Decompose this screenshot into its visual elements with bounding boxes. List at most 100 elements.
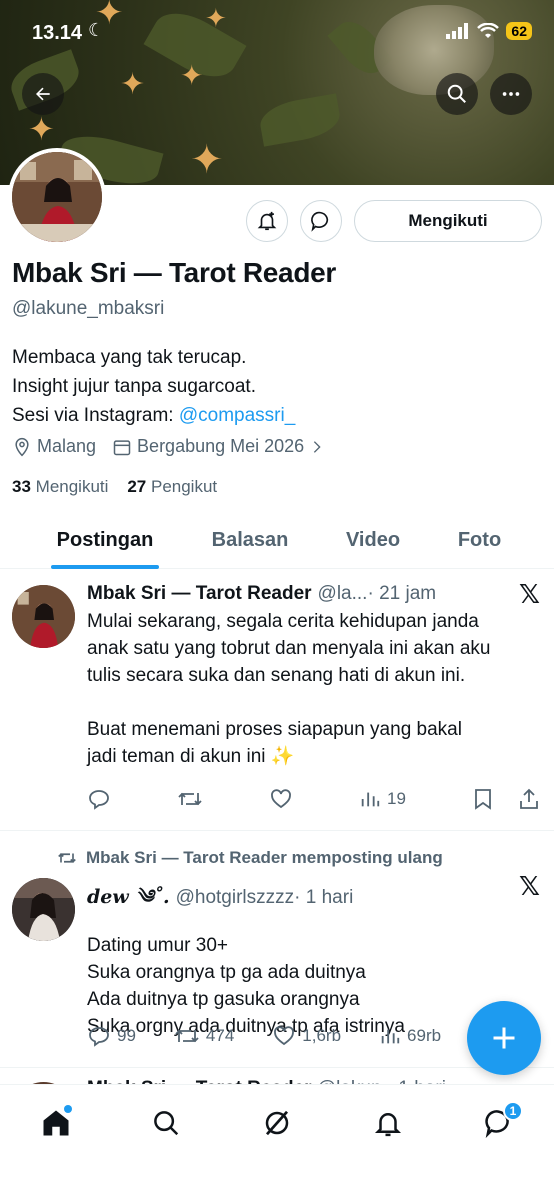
message-button[interactable] [300,200,342,242]
reply-button[interactable] [87,787,111,811]
following-button[interactable]: Mengikuti [354,200,542,242]
tab-video[interactable]: Video [290,512,456,568]
following-count: 33 [12,477,31,496]
tweet-line: Ada duitnya tp gasuka orangnya [87,989,360,1010]
bio-line: Insight jujur tanpa sugarcoat. [12,376,256,397]
tweet-actions: 19 [87,787,540,811]
repost-button[interactable] [177,787,203,811]
profile-bio: Membaca yang tak terucap. Insight jujur … [12,343,295,430]
tab-foto[interactable]: Foto [456,512,503,568]
bio-line: Membaca yang tak terucap. [12,347,247,368]
like-button[interactable] [269,787,293,811]
views-chart-icon [361,792,380,807]
tweet-author-name[interactable]: 𝒅𝒆𝒘 ༄˚. [87,875,170,929]
tab-postingan[interactable]: Postingan [0,512,210,569]
status-time: 13.14 [32,22,83,44]
tweet-line: Buat menemani proses siapapun yang bakal [87,719,462,740]
repost-button[interactable]: 474 [174,1024,234,1048]
bell-plus-icon [257,211,277,231]
reply-button[interactable]: 99 [87,1024,136,1048]
tweet-line: jadi teman di akun ini ✨ [87,746,295,767]
tweet-time: · 21 jam [367,583,437,604]
calendar-icon [113,439,131,455]
signal-icon [446,23,469,39]
views-button[interactable]: 19 [359,788,406,810]
search-icon [154,1111,179,1136]
heart-icon [271,789,291,809]
share-icon[interactable] [518,787,540,811]
following-label: Mengikuti [35,477,109,496]
repost-icon [178,792,202,806]
joined-date[interactable]: Bergabung Mei 2026 [112,436,325,457]
joined-text: Bergabung Mei 2026 [137,436,305,456]
reply-icon [89,1027,109,1047]
bio-line: Sesi via Instagram: [12,405,179,426]
repost-icon [175,1029,199,1043]
nav-search[interactable] [146,1103,186,1143]
views-count: 69rb [407,1026,442,1045]
bottom-navigation: 1 [0,1084,554,1199]
tweet-time: · 1 hari [294,887,354,908]
nav-notifications[interactable] [368,1103,408,1143]
nav-messages[interactable]: 1 [479,1101,523,1143]
arrow-left-icon [36,87,50,101]
heart-icon [274,1026,295,1046]
tweet-author-handle[interactable]: @hotgirlszzzz [176,887,295,909]
followers-count-link[interactable]: 27 Pengikut [127,477,217,496]
instagram-link[interactable]: @compassri_ [179,405,295,426]
tweet-author-name[interactable]: Mbak Sri — Tarot Reader [87,583,312,605]
chevron-right-icon [314,440,321,453]
like-button[interactable]: 1,6rb [272,1024,341,1048]
following-count-link[interactable]: 33 Mengikuti [12,477,108,496]
notification-bell-button[interactable] [246,200,288,242]
unread-dot [64,1105,72,1113]
status-bar: 13.14 ☾ 62 [0,0,554,60]
profile-handle: @lakune_mbaksri [12,298,165,319]
tweet-line [87,689,540,716]
x-logo-icon: 𝕏 [519,872,540,902]
search-button[interactable] [436,73,478,115]
bookmark-icon[interactable] [472,787,494,811]
followers-count: 27 [127,477,147,496]
tweet-line: anak satu yang tobrut dan menyala ini ak… [87,638,491,659]
profile-meta: Malang Bergabung Mei 2026 [12,436,341,457]
moon-icon: ☾ [88,20,105,40]
follow-counts: 33 Mengikuti 27 Pengikut [12,477,217,497]
bell-icon [374,1113,402,1137]
tweet-text: Mulai sekarang, segala cerita kehidupan … [87,608,540,770]
messages-badge: 1 [503,1101,523,1121]
battery-indicator: 62 [506,22,532,40]
x-logo-icon: 𝕏 [519,580,540,610]
views-button[interactable]: 69rb [379,1025,441,1047]
tweet-avatar[interactable] [12,585,75,648]
nav-home[interactable] [36,1103,76,1143]
tab-balasan[interactable]: Balasan [210,512,290,568]
compose-button[interactable] [467,1001,541,1075]
back-button[interactable] [22,73,64,115]
location-pin-icon [15,437,29,456]
tweet[interactable]: Mbak Sri — Tarot Reader @la... · 21 jam … [0,570,554,831]
profile-avatar[interactable] [8,148,106,246]
tweet-line: tulis secara suka dan senang hati di aku… [87,665,466,686]
tweet-author-handle[interactable]: @la... [318,583,368,605]
more-icon [502,92,520,96]
wifi-icon [477,23,500,38]
tweet-avatar[interactable] [12,878,75,941]
views-chart-icon [381,1029,400,1044]
nav-grok[interactable] [257,1103,297,1143]
profile-name: Mbak Sri — Tarot Reader [12,257,337,288]
chat-bubble-icon [311,211,329,232]
tweet-line: Dating umur 30+ [87,935,228,956]
tweet-line: Suka orangnya tp ga ada duitnya [87,962,366,983]
like-count: 1,6rb [302,1026,342,1045]
plus-icon [493,1027,515,1049]
tweet-line: Mulai sekarang, segala cerita kehidupan … [87,611,479,632]
more-button[interactable] [490,73,532,115]
repost-count: 474 [205,1026,235,1045]
search-icon [447,84,466,103]
grok-icon [265,1110,289,1136]
reply-icon [89,790,109,810]
profile-tabs: Postingan Balasan Video Foto [0,512,554,569]
views-count: 19 [387,789,406,808]
location-text: Malang [37,436,97,456]
